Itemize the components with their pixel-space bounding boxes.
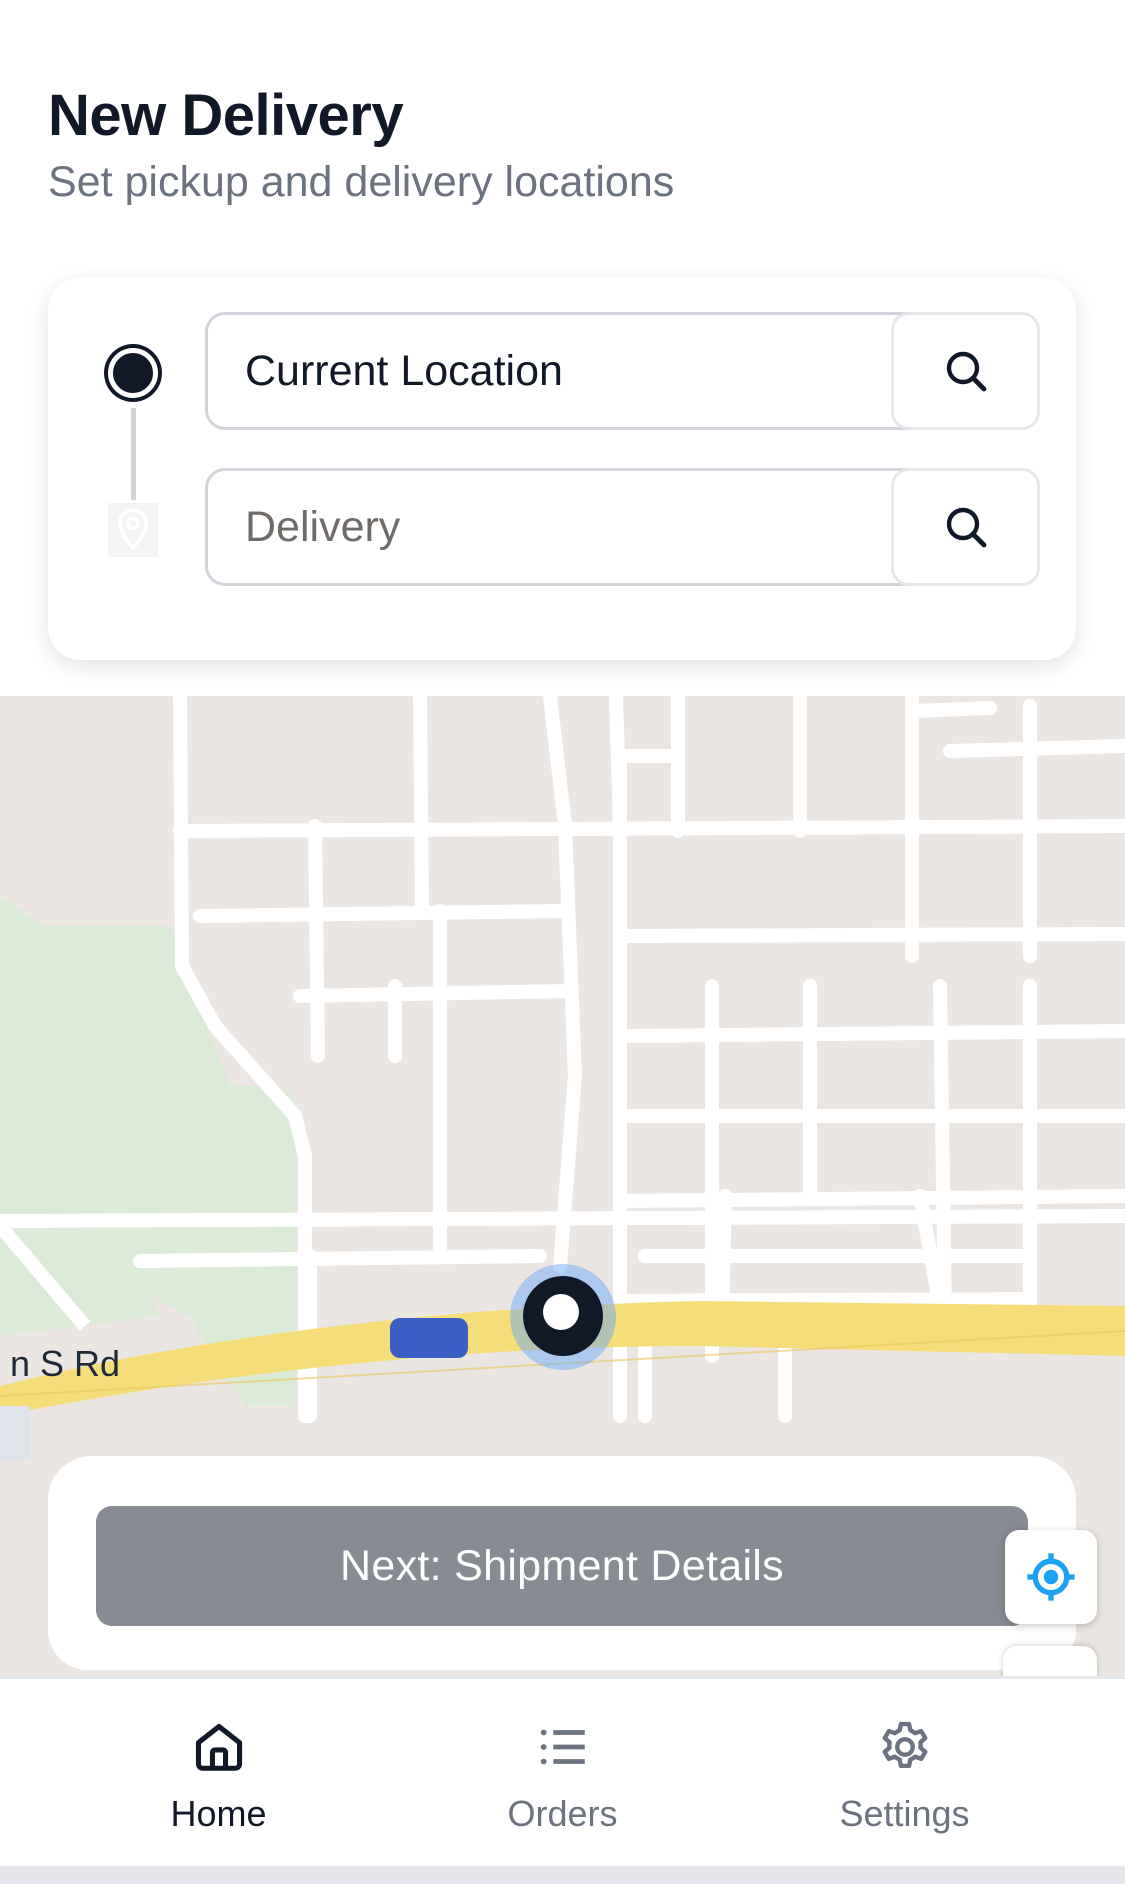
- page-title: New Delivery: [48, 83, 404, 148]
- my-location-button[interactable]: [1005, 1530, 1097, 1624]
- bottom-sheet: Next: Shipment Details: [48, 1456, 1076, 1670]
- delivery-search-button[interactable]: [891, 468, 1040, 586]
- search-icon: [946, 507, 986, 548]
- tab-settings[interactable]: Settings: [717, 1679, 1092, 1869]
- location-pin-icon: [523, 1276, 603, 1356]
- page-header: New Delivery Set pickup and delivery loc…: [48, 80, 1048, 212]
- location-form-card: [48, 278, 1076, 660]
- next-shipment-details-button[interactable]: Next: Shipment Details: [96, 1506, 1028, 1626]
- pickup-field[interactable]: [205, 312, 938, 430]
- home-icon: [195, 1723, 242, 1771]
- crosshair-icon: [1027, 1553, 1075, 1601]
- tab-home[interactable]: Home: [31, 1679, 406, 1869]
- gear-icon: [882, 1721, 927, 1769]
- tab-orders[interactable]: Orders: [375, 1679, 750, 1869]
- delivery-input[interactable]: [208, 471, 935, 583]
- route-connector: [131, 408, 136, 500]
- tab-home-label: Home: [170, 1793, 267, 1834]
- search-icon: [946, 351, 986, 392]
- road-label: n S Rd: [10, 1343, 120, 1384]
- pickup-dot-icon: [108, 348, 158, 398]
- tab-orders-label: Orders: [507, 1793, 618, 1834]
- pickup-input[interactable]: [208, 315, 935, 427]
- delivery-pin-icon: [108, 503, 158, 557]
- bottom-tab-bar: Home Orders Settings: [0, 1676, 1125, 1866]
- pickup-search-button[interactable]: [891, 312, 1040, 430]
- list-icon: [540, 1729, 585, 1765]
- current-location-marker[interactable]: [510, 1264, 616, 1370]
- page-subtitle: Set pickup and delivery locations: [48, 158, 675, 206]
- tab-settings-label: Settings: [839, 1793, 970, 1834]
- delivery-field[interactable]: [205, 468, 938, 586]
- bottom-edge: [0, 1866, 1125, 1884]
